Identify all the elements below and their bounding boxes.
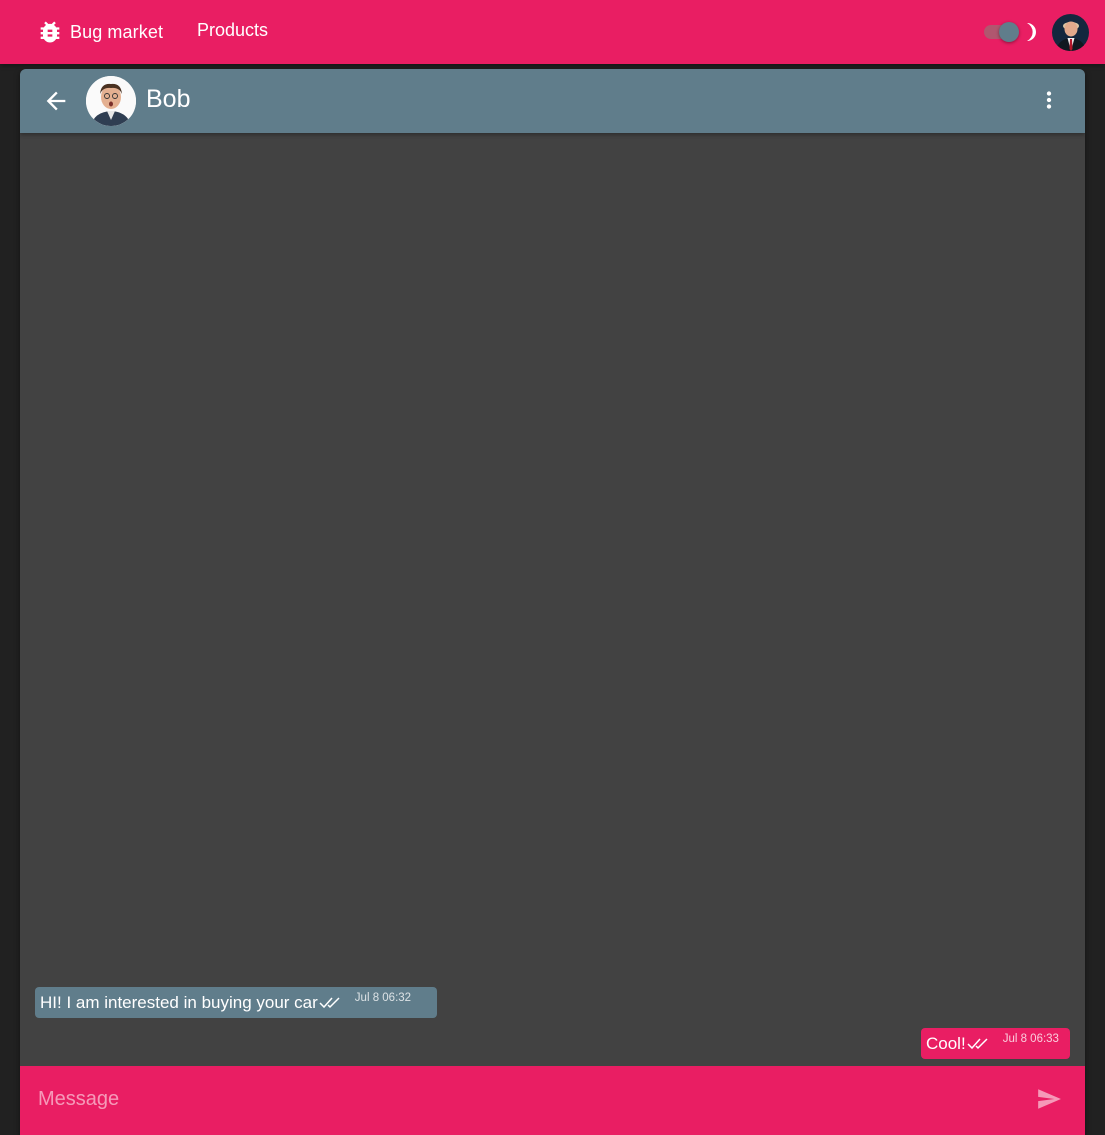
message-incoming: HI! I am interested in buying your car J… bbox=[35, 987, 437, 1018]
top-app-bar: Bug market Products bbox=[0, 0, 1105, 64]
message-timestamp: Jul 8 06:33 bbox=[1002, 1033, 1059, 1045]
more-vert-icon[interactable] bbox=[1036, 87, 1062, 113]
nav-products-link[interactable]: Products bbox=[197, 20, 268, 41]
message-timestamp: Jul 8 06:32 bbox=[354, 992, 412, 1004]
moon-icon bbox=[1027, 23, 1036, 41]
dark-mode-toggle[interactable] bbox=[982, 21, 1022, 43]
avatar-image bbox=[86, 76, 136, 126]
message-outgoing: Cool! Jul 8 06:33 bbox=[921, 1028, 1070, 1059]
double-check-icon bbox=[967, 1037, 988, 1049]
message-input[interactable] bbox=[36, 1082, 1016, 1116]
message-text: HI! I am interested in buying your car bbox=[40, 992, 318, 1012]
chat-header: Bob bbox=[20, 69, 1085, 133]
message-composer bbox=[20, 1066, 1085, 1135]
send-icon[interactable] bbox=[1036, 1086, 1062, 1112]
arrow-back-icon[interactable] bbox=[42, 87, 70, 115]
double-check-icon bbox=[319, 996, 340, 1008]
bug-icon bbox=[40, 21, 60, 43]
contact-name: Bob bbox=[146, 85, 191, 113]
toggle-thumb bbox=[999, 22, 1019, 42]
avatar-image bbox=[1052, 14, 1089, 51]
chat-panel: Bob HI! I am interested in buying your c… bbox=[20, 69, 1085, 1135]
user-avatar[interactable] bbox=[1052, 14, 1089, 51]
brand-label: Bug market bbox=[70, 21, 164, 42]
brand-link[interactable]: Bug market bbox=[36, 16, 163, 48]
contact-avatar bbox=[86, 76, 136, 126]
message-text: Cool! bbox=[926, 1033, 966, 1053]
